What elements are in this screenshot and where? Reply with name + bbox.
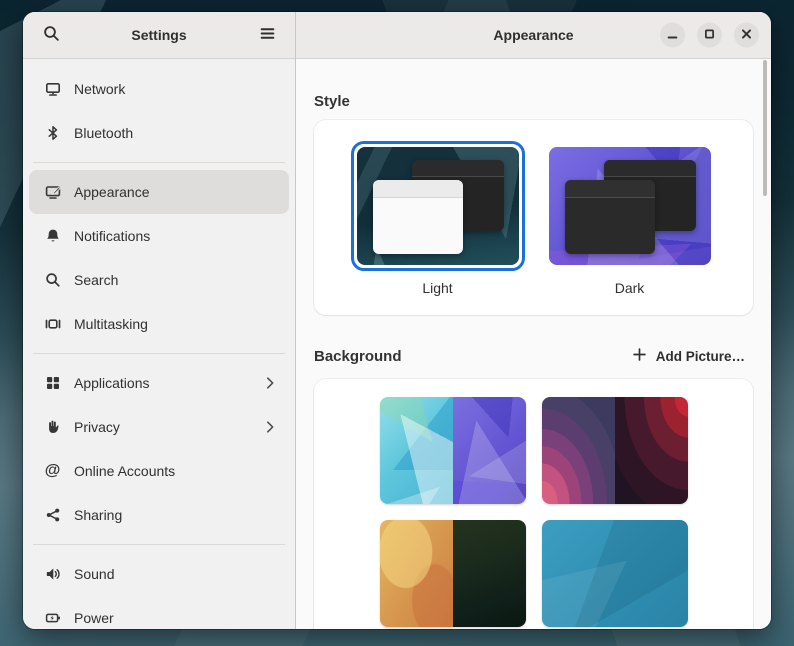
wallpaper-dark-half bbox=[615, 397, 688, 504]
wallpaper-thumbnail-triangles[interactable] bbox=[380, 397, 526, 504]
wallpaper-light-half bbox=[380, 397, 453, 504]
minimize-button[interactable] bbox=[660, 23, 685, 48]
wallpaper-light-half bbox=[542, 397, 615, 504]
multitasking-icon bbox=[44, 316, 61, 333]
magnifier-icon bbox=[44, 272, 61, 289]
sidebar-item-applications[interactable]: Applications bbox=[29, 361, 289, 405]
wallpaper-light-half bbox=[380, 520, 453, 627]
app-grid-icon bbox=[44, 375, 61, 392]
sidebar-item-search[interactable]: Search bbox=[29, 258, 289, 302]
window-controls bbox=[660, 23, 759, 48]
bell-icon bbox=[44, 228, 61, 245]
appearance-icon bbox=[44, 184, 61, 201]
search-icon bbox=[43, 25, 60, 45]
wallpaper-thumbnail-waves[interactable] bbox=[542, 397, 688, 504]
close-icon bbox=[741, 28, 752, 43]
sidebar-title: Settings bbox=[67, 27, 251, 43]
sidebar-item-label: Notifications bbox=[74, 228, 277, 244]
light-selection-frame bbox=[351, 141, 525, 271]
scrollbar-thumb[interactable] bbox=[763, 60, 767, 196]
sidebar-item-bluetooth[interactable]: Bluetooth bbox=[29, 111, 289, 155]
search-button[interactable] bbox=[35, 19, 67, 51]
sidebar-separator bbox=[29, 346, 289, 361]
share-icon bbox=[44, 507, 61, 524]
background-section-header: Background Add Picture… bbox=[314, 341, 753, 371]
sidebar: Settings Network Bluetooth bbox=[23, 12, 296, 629]
sidebar-item-label: Sound bbox=[74, 566, 277, 582]
add-picture-button[interactable]: Add Picture… bbox=[624, 342, 753, 370]
sidebar-item-label: Appearance bbox=[74, 184, 277, 200]
sidebar-item-label: Network bbox=[74, 81, 277, 97]
add-picture-label: Add Picture… bbox=[656, 349, 745, 364]
battery-icon bbox=[44, 610, 61, 627]
hamburger-menu-icon bbox=[259, 25, 276, 45]
hand-icon bbox=[44, 419, 61, 436]
style-card: Light Dark bbox=[314, 120, 753, 315]
sidebar-item-label: Applications bbox=[74, 375, 250, 391]
sidebar-item-label: Search bbox=[74, 272, 277, 288]
style-section-heading: Style bbox=[314, 93, 753, 110]
style-option-dark[interactable]: Dark bbox=[543, 141, 717, 315]
style-option-light[interactable]: Light bbox=[351, 141, 525, 315]
dark-option-label: Dark bbox=[615, 280, 645, 296]
sidebar-separator bbox=[29, 537, 289, 552]
preview-front-window bbox=[373, 180, 464, 254]
sidebar-item-label: Privacy bbox=[74, 419, 250, 435]
wallpaper-thumbnail-blue[interactable] bbox=[542, 520, 688, 627]
sidebar-header: Settings bbox=[23, 12, 295, 59]
minimize-icon bbox=[667, 28, 678, 43]
sidebar-separator bbox=[29, 155, 289, 170]
sidebar-item-sound[interactable]: Sound bbox=[29, 552, 289, 596]
wallpaper-dark-half bbox=[453, 397, 526, 504]
network-display-icon bbox=[44, 81, 61, 98]
sidebar-item-label: Bluetooth bbox=[74, 125, 277, 141]
wallpaper-row bbox=[380, 397, 688, 504]
sidebar-item-label: Online Accounts bbox=[74, 463, 277, 479]
main-panel: Appearance bbox=[296, 12, 771, 629]
sidebar-item-label: Power bbox=[74, 610, 277, 626]
maximize-icon bbox=[704, 28, 715, 43]
dark-theme-preview bbox=[549, 147, 711, 265]
preview-front-window bbox=[565, 180, 656, 254]
sidebar-item-sharing[interactable]: Sharing bbox=[29, 493, 289, 537]
dark-selection-frame bbox=[543, 141, 717, 271]
chevron-right-icon bbox=[263, 420, 277, 434]
wallpaper-thumbnail-painterly[interactable] bbox=[380, 520, 526, 627]
appearance-content: Style Light bbox=[296, 59, 771, 629]
wallpaper-dark-half bbox=[453, 520, 526, 627]
sidebar-item-network[interactable]: Network bbox=[29, 67, 289, 111]
main-menu-button[interactable] bbox=[251, 19, 283, 51]
sidebar-item-privacy[interactable]: Privacy bbox=[29, 405, 289, 449]
main-header: Appearance bbox=[296, 12, 771, 59]
sidebar-item-power[interactable]: Power bbox=[29, 596, 289, 629]
settings-window: Settings Network Bluetooth bbox=[23, 12, 771, 629]
close-button[interactable] bbox=[734, 23, 759, 48]
background-section-heading: Background bbox=[314, 348, 402, 365]
sidebar-item-multitasking[interactable]: Multitasking bbox=[29, 302, 289, 346]
sidebar-item-label: Multitasking bbox=[74, 316, 277, 332]
background-card bbox=[314, 379, 753, 629]
plus-icon bbox=[632, 347, 647, 365]
wallpaper-full bbox=[542, 520, 688, 627]
light-theme-preview bbox=[357, 147, 519, 265]
speaker-icon bbox=[44, 566, 61, 583]
sidebar-item-appearance[interactable]: Appearance bbox=[29, 170, 289, 214]
wallpaper-row bbox=[380, 520, 688, 627]
sidebar-item-label: Sharing bbox=[74, 507, 277, 523]
at-symbol-icon: @ bbox=[44, 463, 61, 480]
sidebar-item-online-accounts[interactable]: @ Online Accounts bbox=[29, 449, 289, 493]
maximize-button[interactable] bbox=[697, 23, 722, 48]
bluetooth-icon bbox=[44, 125, 61, 142]
sidebar-item-notifications[interactable]: Notifications bbox=[29, 214, 289, 258]
sidebar-list: Network Bluetooth Appearance Notific bbox=[23, 59, 295, 629]
chevron-right-icon bbox=[263, 376, 277, 390]
light-option-label: Light bbox=[422, 280, 452, 296]
